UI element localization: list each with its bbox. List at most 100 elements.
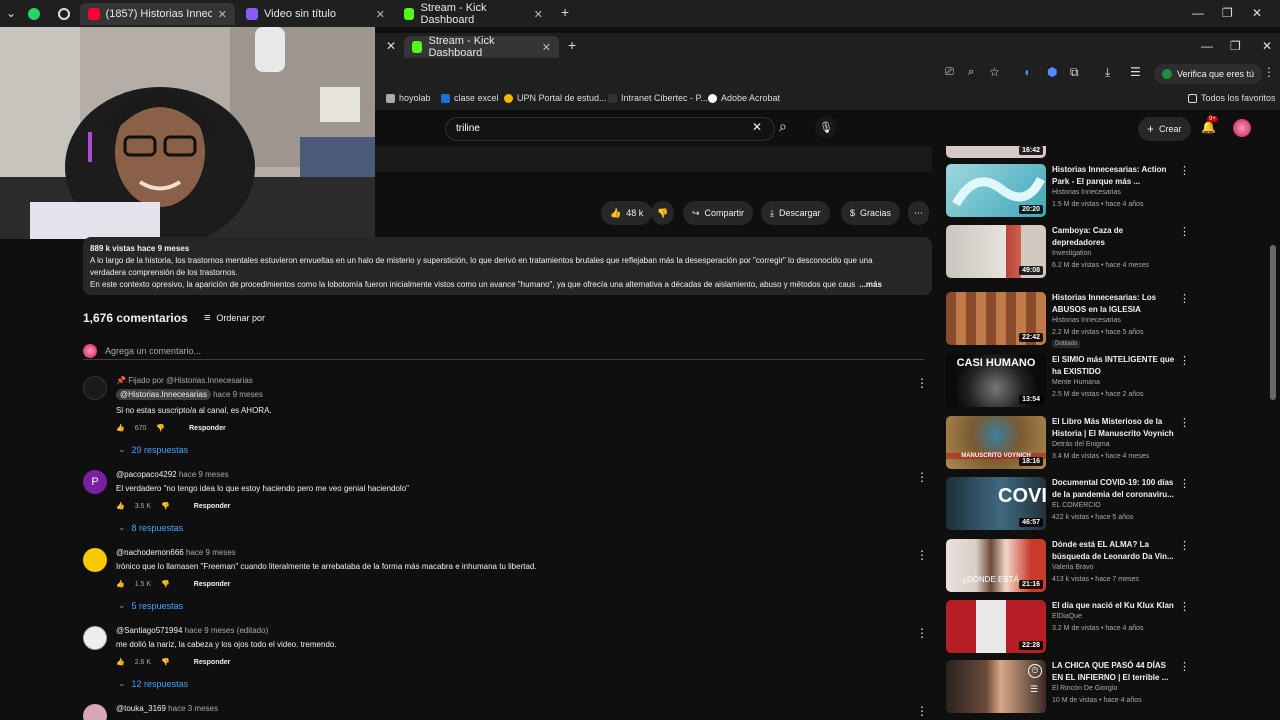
video-player[interactable] — [375, 146, 932, 172]
recommendation-item[interactable]: 22:28 El día que nació el Ku Klux Klan E… — [946, 600, 1191, 655]
more-vertical-icon[interactable]: ⋮ — [1179, 660, 1190, 673]
more-vertical-icon[interactable]: ⋮ — [1179, 354, 1190, 367]
comment-author[interactable]: @pacopaco4292 — [116, 470, 177, 479]
page-scrollbar[interactable] — [1270, 245, 1276, 400]
bookmark-star-icon[interactable]: ☆ — [989, 65, 1000, 79]
notifications-bell-icon[interactable]: 🔔 — [1201, 120, 1216, 134]
comment-menu-icon[interactable]: ⋮ — [916, 548, 928, 562]
comment-menu-icon[interactable]: ⋮ — [916, 376, 928, 390]
more-menu-icon[interactable]: ⋮ — [1263, 65, 1275, 79]
download-button[interactable]: ⤓ Descargar — [761, 201, 830, 225]
thumbs-down-icon[interactable]: 👎 — [161, 580, 170, 588]
extensions-puzzle-icon[interactable]: ⧉ — [1070, 65, 1079, 80]
tab-kick-dashboard[interactable]: Stream - Kick Dashboard ✕ — [396, 2, 551, 26]
close-icon[interactable]: ✕ — [218, 8, 227, 21]
tab-video-sin-titulo[interactable]: Video sin título ✕ — [238, 3, 393, 25]
comment-menu-icon[interactable]: ⋮ — [916, 704, 928, 718]
comment-author[interactable]: @Santiago571994 — [116, 626, 182, 635]
recommendation-item[interactable]: COVID 46:57 Documental COVID-19: 100 día… — [946, 477, 1191, 532]
create-button[interactable]: + Crear — [1138, 117, 1191, 141]
tab-kick-dashboard-inner[interactable]: Stream - Kick Dashboard ✕ — [404, 35, 559, 59]
thumbs-down-icon[interactable]: 👎 — [161, 502, 170, 510]
recommendation-item[interactable]: ¿DÓNDE ESTÁ 21:16 Dónde está EL ALMA? La… — [946, 539, 1191, 594]
chatgpt-icon[interactable] — [58, 8, 70, 20]
bookmark-intranet[interactable]: Intranet Cibertec - P... — [608, 93, 708, 103]
more-actions-button[interactable]: ⋯ — [908, 201, 929, 225]
tab-search-icon[interactable]: ⌄ — [6, 6, 16, 20]
thumbs-up-icon[interactable]: 👍 — [116, 658, 125, 666]
bookmark-clase-excel[interactable]: clase excel — [441, 93, 499, 103]
thumbs-up-icon[interactable]: 👍 — [116, 502, 125, 510]
bookmark-upn[interactable]: UPN Portal de estud... — [504, 93, 607, 103]
microphone-icon[interactable]: 🎙 — [815, 116, 837, 138]
reply-button[interactable]: Responder — [194, 659, 231, 666]
all-favorites[interactable]: Todos los favoritos — [1188, 93, 1276, 103]
add-comment-input[interactable]: Agrega un comentario... — [83, 342, 924, 360]
recommendation-item[interactable]: 22:42 Historias Innecesarias: Los ABUSOS… — [946, 292, 1191, 348]
recommendation-item[interactable]: CASI HUMANO 13:54 El SIMIO más INTELIGEN… — [946, 354, 1191, 409]
maximize-icon[interactable]: ❐ — [1222, 6, 1233, 20]
add-to-queue-icon[interactable]: ☰ — [1030, 684, 1038, 695]
download-icon[interactable]: ⤓ — [1105, 65, 1110, 80]
window-close-icon[interactable]: ✕ — [1262, 39, 1272, 53]
bookmark-hoyolab[interactable]: hoyolab — [386, 93, 431, 103]
shield-extension-icon[interactable]: ⬢ — [1047, 65, 1057, 79]
close-icon[interactable]: ✕ — [534, 8, 543, 21]
new-tab-icon[interactable]: + — [561, 4, 569, 20]
avatar[interactable] — [1233, 119, 1251, 137]
reply-button[interactable]: Responder — [189, 425, 226, 432]
show-replies-button[interactable]: ⌄ 29 respuestas — [118, 444, 188, 455]
video-description[interactable]: 889 k vistas hace 9 meses A lo largo de … — [83, 237, 932, 295]
minimize-icon[interactable]: — — [1201, 39, 1213, 53]
thumbs-up-icon[interactable]: 👍 — [116, 424, 125, 432]
recommendation-item[interactable]: 49:08 Camboya: Caza de depredadores Inve… — [946, 225, 1191, 280]
avatar[interactable] — [83, 626, 107, 650]
menu-lines-icon[interactable]: ☰ — [1130, 65, 1141, 79]
new-tab-icon[interactable]: + — [568, 37, 576, 53]
close-icon[interactable]: ✕ — [376, 8, 385, 21]
search-input[interactable]: triline — [445, 117, 775, 141]
more-vertical-icon[interactable]: ⋮ — [1179, 600, 1190, 613]
recommendation-item[interactable]: 16:42 — [946, 146, 1191, 158]
maximize-icon[interactable]: ❐ — [1230, 39, 1241, 53]
thumbs-down-icon[interactable]: 👎 — [161, 658, 170, 666]
more-vertical-icon[interactable]: ⋮ — [1179, 164, 1190, 177]
show-more-link[interactable]: ...más — [859, 279, 882, 291]
recommendation-item[interactable]: 20:20 Historias Innecesarias: Action Par… — [946, 164, 1191, 219]
tab-youtube[interactable]: (1857) Historias Innecesarias: L ✕ — [80, 3, 235, 25]
extension-icon[interactable]: ◖ — [1023, 65, 1030, 79]
window-close-icon[interactable]: ✕ — [1252, 6, 1262, 20]
bookmark-adobe[interactable]: Adobe Acrobat — [708, 93, 780, 103]
close-icon[interactable]: ✕ — [542, 41, 551, 54]
close-icon[interactable]: ✕ — [386, 39, 396, 53]
reply-button[interactable]: Responder — [194, 581, 231, 588]
more-vertical-icon[interactable]: ⋮ — [1179, 225, 1190, 238]
show-replies-button[interactable]: ⌄ 5 respuestas — [118, 600, 183, 611]
avatar[interactable] — [83, 704, 107, 720]
recommendation-item[interactable]: ◷ ☰ LA CHICA QUE PASÓ 44 DÍAS EN EL INFI… — [946, 660, 1191, 715]
comment-author[interactable]: @touka_3169 — [116, 704, 166, 713]
thumbs-down-icon[interactable]: 👎 — [156, 424, 165, 432]
more-vertical-icon[interactable]: ⋮ — [1179, 292, 1190, 305]
show-replies-button[interactable]: ⌄ 8 respuestas — [118, 522, 183, 533]
whatsapp-icon[interactable] — [28, 8, 40, 20]
more-vertical-icon[interactable]: ⋮ — [1179, 539, 1190, 552]
zoom-icon[interactable]: ⌕ — [968, 66, 974, 79]
recommendation-item[interactable]: MANUSCRITO VOYNICH 18:16 El Libro Más Mi… — [946, 416, 1191, 471]
comment-menu-icon[interactable]: ⋮ — [916, 470, 928, 484]
cast-icon[interactable]: ⎚ — [945, 66, 954, 79]
clear-search-icon[interactable]: ✕ — [752, 120, 762, 134]
search-icon[interactable]: ⌕ — [779, 118, 787, 135]
avatar[interactable] — [83, 548, 107, 572]
watch-later-icon[interactable]: ◷ — [1028, 664, 1042, 678]
sort-by-button[interactable]: ≡ Ordenar por — [204, 312, 265, 324]
more-vertical-icon[interactable]: ⋮ — [1179, 477, 1190, 490]
comment-menu-icon[interactable]: ⋮ — [916, 626, 928, 640]
thumbs-up-icon[interactable]: 👍 — [116, 580, 125, 588]
like-button[interactable]: 👍 48 k — [601, 201, 653, 225]
comment-author[interactable]: @nachodemon666 — [116, 548, 184, 557]
more-vertical-icon[interactable]: ⋮ — [1179, 416, 1190, 429]
minimize-icon[interactable]: — — [1192, 6, 1204, 20]
reply-button[interactable]: Responder — [194, 503, 231, 510]
show-replies-button[interactable]: ⌄ 12 respuestas — [118, 678, 188, 689]
